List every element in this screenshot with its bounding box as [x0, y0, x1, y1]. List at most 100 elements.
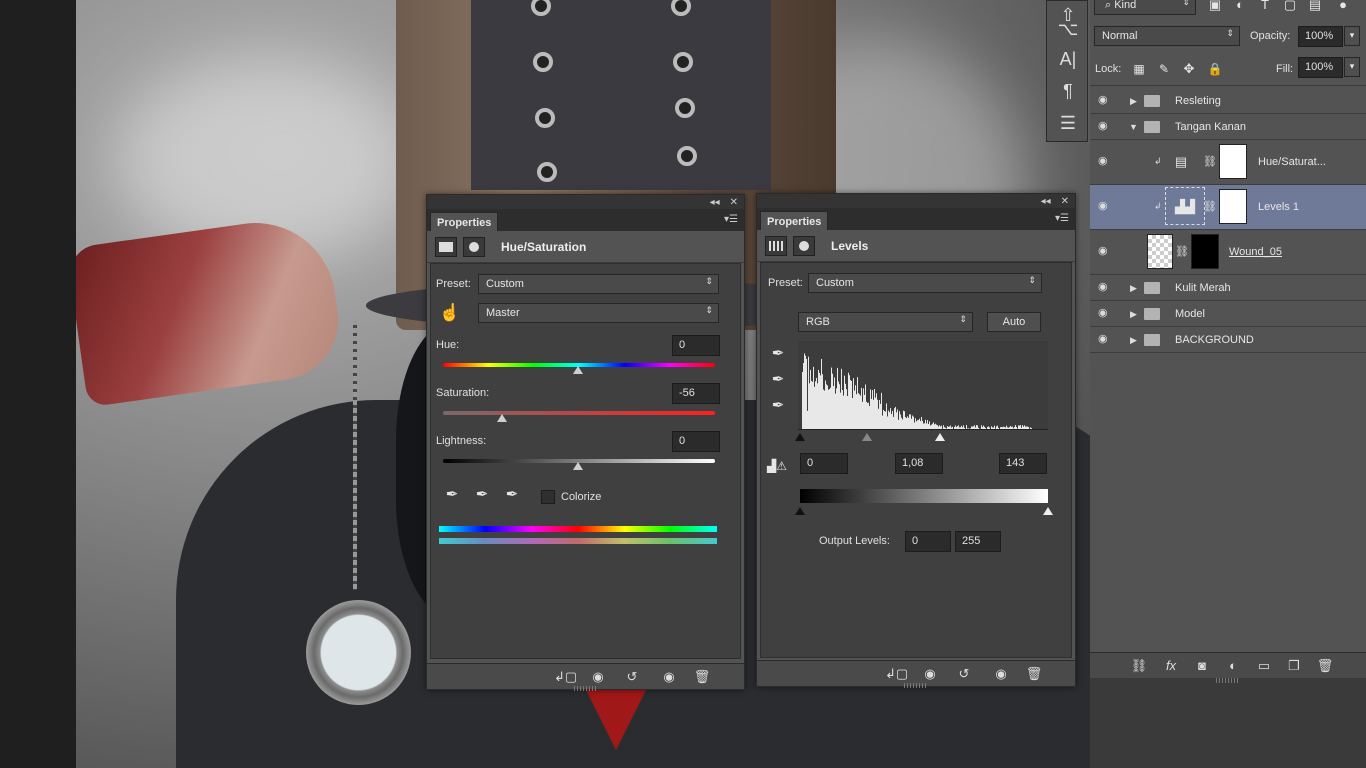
add-mask-icon[interactable]: ◙ — [1191, 657, 1213, 675]
eye-visibility-icon[interactable]: ◉ — [1098, 121, 1112, 131]
opacity-field[interactable]: 100% — [1298, 26, 1343, 47]
close-icon[interactable]: ✕ — [730, 197, 738, 208]
panel-titlebar[interactable]: ◂◂ ✕ — [427, 195, 744, 209]
visibility-eye-icon[interactable]: ◉ — [658, 668, 680, 686]
layer-row-hue-saturation[interactable]: ◉ ↲ ▤ ⛓ Hue/Saturat... — [1090, 140, 1366, 185]
input-white-field[interactable]: 143 — [999, 453, 1047, 474]
collapse-arrow-icon[interactable]: ▼ — [1129, 122, 1138, 132]
eye-visibility-icon[interactable]: ◉ — [1098, 282, 1112, 292]
view-previous-state-icon[interactable]: ◉ — [919, 665, 941, 683]
link-layers-icon[interactable]: ⛓ — [1128, 657, 1150, 675]
layer-row-wound-05[interactable]: ◉ ⛓ Wound_05 — [1090, 230, 1366, 275]
lightness-field[interactable]: 0 — [672, 431, 720, 452]
resize-grip[interactable] — [904, 683, 928, 688]
mask-thumbnail[interactable] — [1219, 144, 1247, 179]
blend-mode-dropdown[interactable]: Normal ⇕ — [1094, 26, 1240, 46]
tab-properties[interactable]: Properties — [760, 211, 828, 230]
input-gamma-field[interactable]: 1,08 — [895, 453, 943, 474]
layer-row-model[interactable]: ◉ ▶ Model — [1090, 301, 1366, 327]
clipping-warning-icon[interactable]: ▟⚠ — [767, 457, 785, 475]
layer-row-tangan-kanan[interactable]: ◉ ▼ Tangan Kanan — [1090, 114, 1366, 140]
adjustment-filter-icon[interactable]: ◐ — [1231, 0, 1249, 14]
new-group-icon[interactable]: ▭ — [1253, 657, 1275, 675]
shape-filter-icon[interactable]: ▢ — [1281, 0, 1299, 14]
eye-visibility-icon[interactable]: ◉ — [1098, 201, 1112, 211]
opacity-dropdown-arrow-icon[interactable]: ▾ — [1344, 26, 1360, 46]
gray-point-eyedropper-icon[interactable]: ✒ — [769, 371, 787, 389]
levels-icon[interactable] — [765, 236, 787, 256]
expand-arrow-icon[interactable]: ▶ — [1130, 309, 1137, 320]
lock-transparent-icon[interactable]: ▦ — [1130, 60, 1148, 78]
close-icon[interactable]: ✕ — [1061, 196, 1069, 207]
fx-icon[interactable]: fx — [1160, 657, 1182, 675]
mask-icon[interactable] — [463, 237, 485, 257]
channel-dropdown[interactable]: Master ⇕ — [478, 303, 719, 323]
eye-visibility-icon[interactable]: ◉ — [1098, 308, 1112, 318]
reset-icon[interactable]: ↺ — [953, 665, 975, 683]
saturation-slider-thumb[interactable] — [497, 414, 507, 422]
fill-field[interactable]: 100% — [1298, 57, 1343, 78]
visibility-eye-icon[interactable]: ◉ — [990, 665, 1012, 683]
tab-properties[interactable]: Properties — [430, 212, 498, 231]
layer-row-levels-1-selected[interactable]: ◉ ↲ ▟▟ ⛓ Levels 1 — [1090, 185, 1366, 230]
output-white-thumb[interactable] — [1043, 507, 1053, 515]
clip-to-layer-icon[interactable]: ↲▢ — [885, 665, 907, 683]
eye-visibility-icon[interactable]: ◉ — [1098, 156, 1112, 166]
adjustment-layer-icon[interactable] — [435, 237, 457, 257]
layer-row-kulit-merah[interactable]: ◉ ▶ Kulit Merah — [1090, 275, 1366, 301]
lightness-slider-thumb[interactable] — [573, 462, 583, 470]
view-previous-state-icon[interactable]: ◉ — [587, 668, 609, 686]
input-slider-track[interactable] — [798, 429, 1048, 430]
character-icon[interactable]: A| — [1047, 45, 1089, 73]
panel-titlebar[interactable]: ◂◂ ✕ — [757, 194, 1075, 208]
panel-menu-icon[interactable]: ▾☰ — [724, 214, 738, 225]
eyedropper-plus-icon[interactable]: ✒ — [473, 486, 491, 504]
input-black-thumb[interactable] — [795, 433, 805, 441]
smart-object-filter-icon[interactable]: ▤ — [1306, 0, 1324, 14]
expand-arrow-icon[interactable]: ▶ — [1130, 96, 1137, 107]
clip-to-layer-icon[interactable]: ↲▢ — [554, 668, 576, 686]
preset-dropdown[interactable]: Custom ⇕ — [478, 274, 719, 294]
eye-visibility-icon[interactable]: ◉ — [1098, 246, 1112, 256]
mask-thumbnail[interactable] — [1191, 234, 1219, 269]
panel-menu-icon[interactable]: ▾☰ — [1055, 213, 1069, 224]
saturation-slider-track[interactable] — [443, 411, 715, 415]
link-chain-icon[interactable]: ⛓ — [1201, 198, 1219, 216]
lock-all-icon[interactable]: 🔒 — [1206, 60, 1224, 78]
black-point-eyedropper-icon[interactable]: ✒ — [769, 345, 787, 363]
new-adjustment-icon[interactable]: ◐ — [1222, 657, 1244, 675]
auto-button[interactable]: Auto — [987, 312, 1041, 332]
output-white-field[interactable]: 255 — [955, 531, 1001, 552]
fill-dropdown-arrow-icon[interactable]: ▾ — [1344, 57, 1360, 77]
white-point-eyedropper-icon[interactable]: ✒ — [769, 397, 787, 415]
eye-visibility-icon[interactable]: ◉ — [1098, 334, 1112, 344]
eyedropper-minus-icon[interactable]: ✒ — [503, 486, 521, 504]
collapse-icon[interactable]: ◂◂ — [710, 197, 720, 208]
hue-field[interactable]: 0 — [672, 335, 720, 356]
new-layer-icon[interactable]: ❐ — [1283, 657, 1305, 675]
input-white-thumb[interactable] — [935, 433, 945, 441]
output-black-thumb[interactable] — [795, 507, 805, 515]
output-black-field[interactable]: 0 — [905, 531, 951, 552]
paragraph-icon[interactable]: ¶ — [1047, 77, 1089, 105]
lock-position-icon[interactable]: ✥ — [1180, 60, 1198, 78]
filter-toggle-icon[interactable]: ● — [1334, 0, 1352, 14]
type-filter-icon[interactable]: T — [1256, 0, 1274, 14]
input-black-field[interactable]: 0 — [800, 453, 848, 474]
preset-dropdown[interactable]: Custom ⇕ — [808, 273, 1042, 293]
expand-arrow-icon[interactable]: ▶ — [1130, 335, 1137, 346]
lock-image-brush-icon[interactable]: ✎ — [1155, 60, 1173, 78]
reset-icon[interactable]: ↺ — [621, 668, 643, 686]
colorize-checkbox[interactable] — [541, 490, 555, 504]
link-chain-icon[interactable]: ⛓ — [1173, 243, 1191, 261]
targeted-adjustment-hand-icon[interactable]: ☝ — [439, 304, 457, 322]
layer-row-background[interactable]: ◉ ▶ BACKGROUND — [1090, 327, 1366, 353]
delete-trash-icon[interactable]: 🗑 — [691, 668, 713, 686]
delete-trash-icon[interactable]: 🗑 — [1023, 665, 1045, 683]
eyedropper-icon[interactable]: ✒ — [443, 486, 461, 504]
collapse-icon[interactable]: ◂◂ — [1041, 196, 1051, 207]
link-chain-icon[interactable]: ⛓ — [1201, 153, 1219, 171]
channel-dropdown[interactable]: RGB ⇕ — [798, 312, 973, 332]
resize-grip[interactable] — [1216, 678, 1240, 683]
layer-row-resleting[interactable]: ◉ ▶ Resleting — [1090, 88, 1366, 114]
